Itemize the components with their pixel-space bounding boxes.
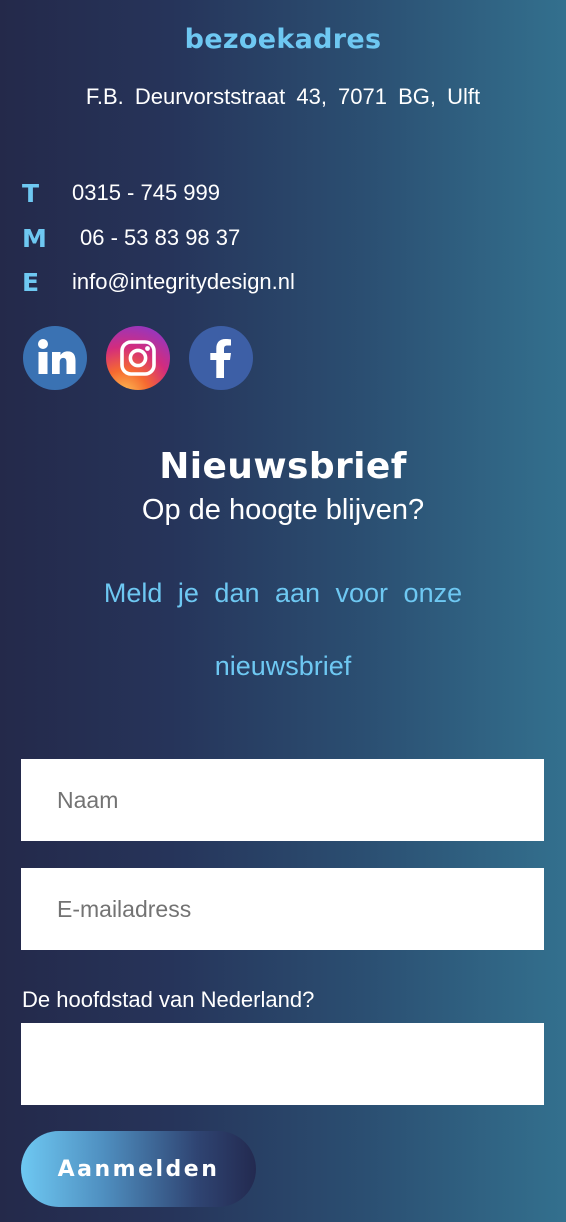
contact-row-phone: T 0315 - 745 999 xyxy=(22,177,220,209)
linkedin-icon xyxy=(38,339,76,374)
newsletter-text-line-2: nieuwsbrief xyxy=(214,651,352,681)
contact-letter: T xyxy=(22,178,40,208)
contact-letter: M xyxy=(22,223,47,253)
contact-row-mobile: M 06 - 53 83 98 37 xyxy=(22,222,240,254)
phone-link[interactable]: 0315 - 745 999 xyxy=(72,180,220,206)
newsletter-subtitle: Op de hoogte blijven? xyxy=(141,494,425,526)
visit-address-title: bezoekadres xyxy=(184,24,382,55)
facebook-icon xyxy=(210,339,231,378)
instagram-icon xyxy=(120,340,156,376)
contact-row-email: E info@integritydesign.nl xyxy=(22,266,295,298)
instagram-link[interactable] xyxy=(106,326,170,390)
email-link[interactable]: info@integritydesign.nl xyxy=(72,269,295,295)
visit-address: F.B. Deurvorststraat 43, 7071 BG, Ulft xyxy=(85,84,481,109)
facebook-link[interactable] xyxy=(189,326,253,390)
newsletter-text-line-1: Meld je dan aan voor onze xyxy=(103,578,463,608)
name-input[interactable] xyxy=(21,759,544,841)
captcha-question-label: De hoofdstad van Nederland? xyxy=(22,987,315,1012)
contact-letter: E xyxy=(22,267,40,297)
subscribe-button[interactable]: Aanmelden xyxy=(21,1131,256,1207)
newsletter-title: Nieuwsbrief xyxy=(159,446,407,487)
mobile-link[interactable]: 06 - 53 83 98 37 xyxy=(80,225,240,251)
captcha-answer-input[interactable] xyxy=(21,1023,544,1105)
linkedin-link[interactable] xyxy=(23,326,87,390)
email-input[interactable] xyxy=(21,868,544,950)
